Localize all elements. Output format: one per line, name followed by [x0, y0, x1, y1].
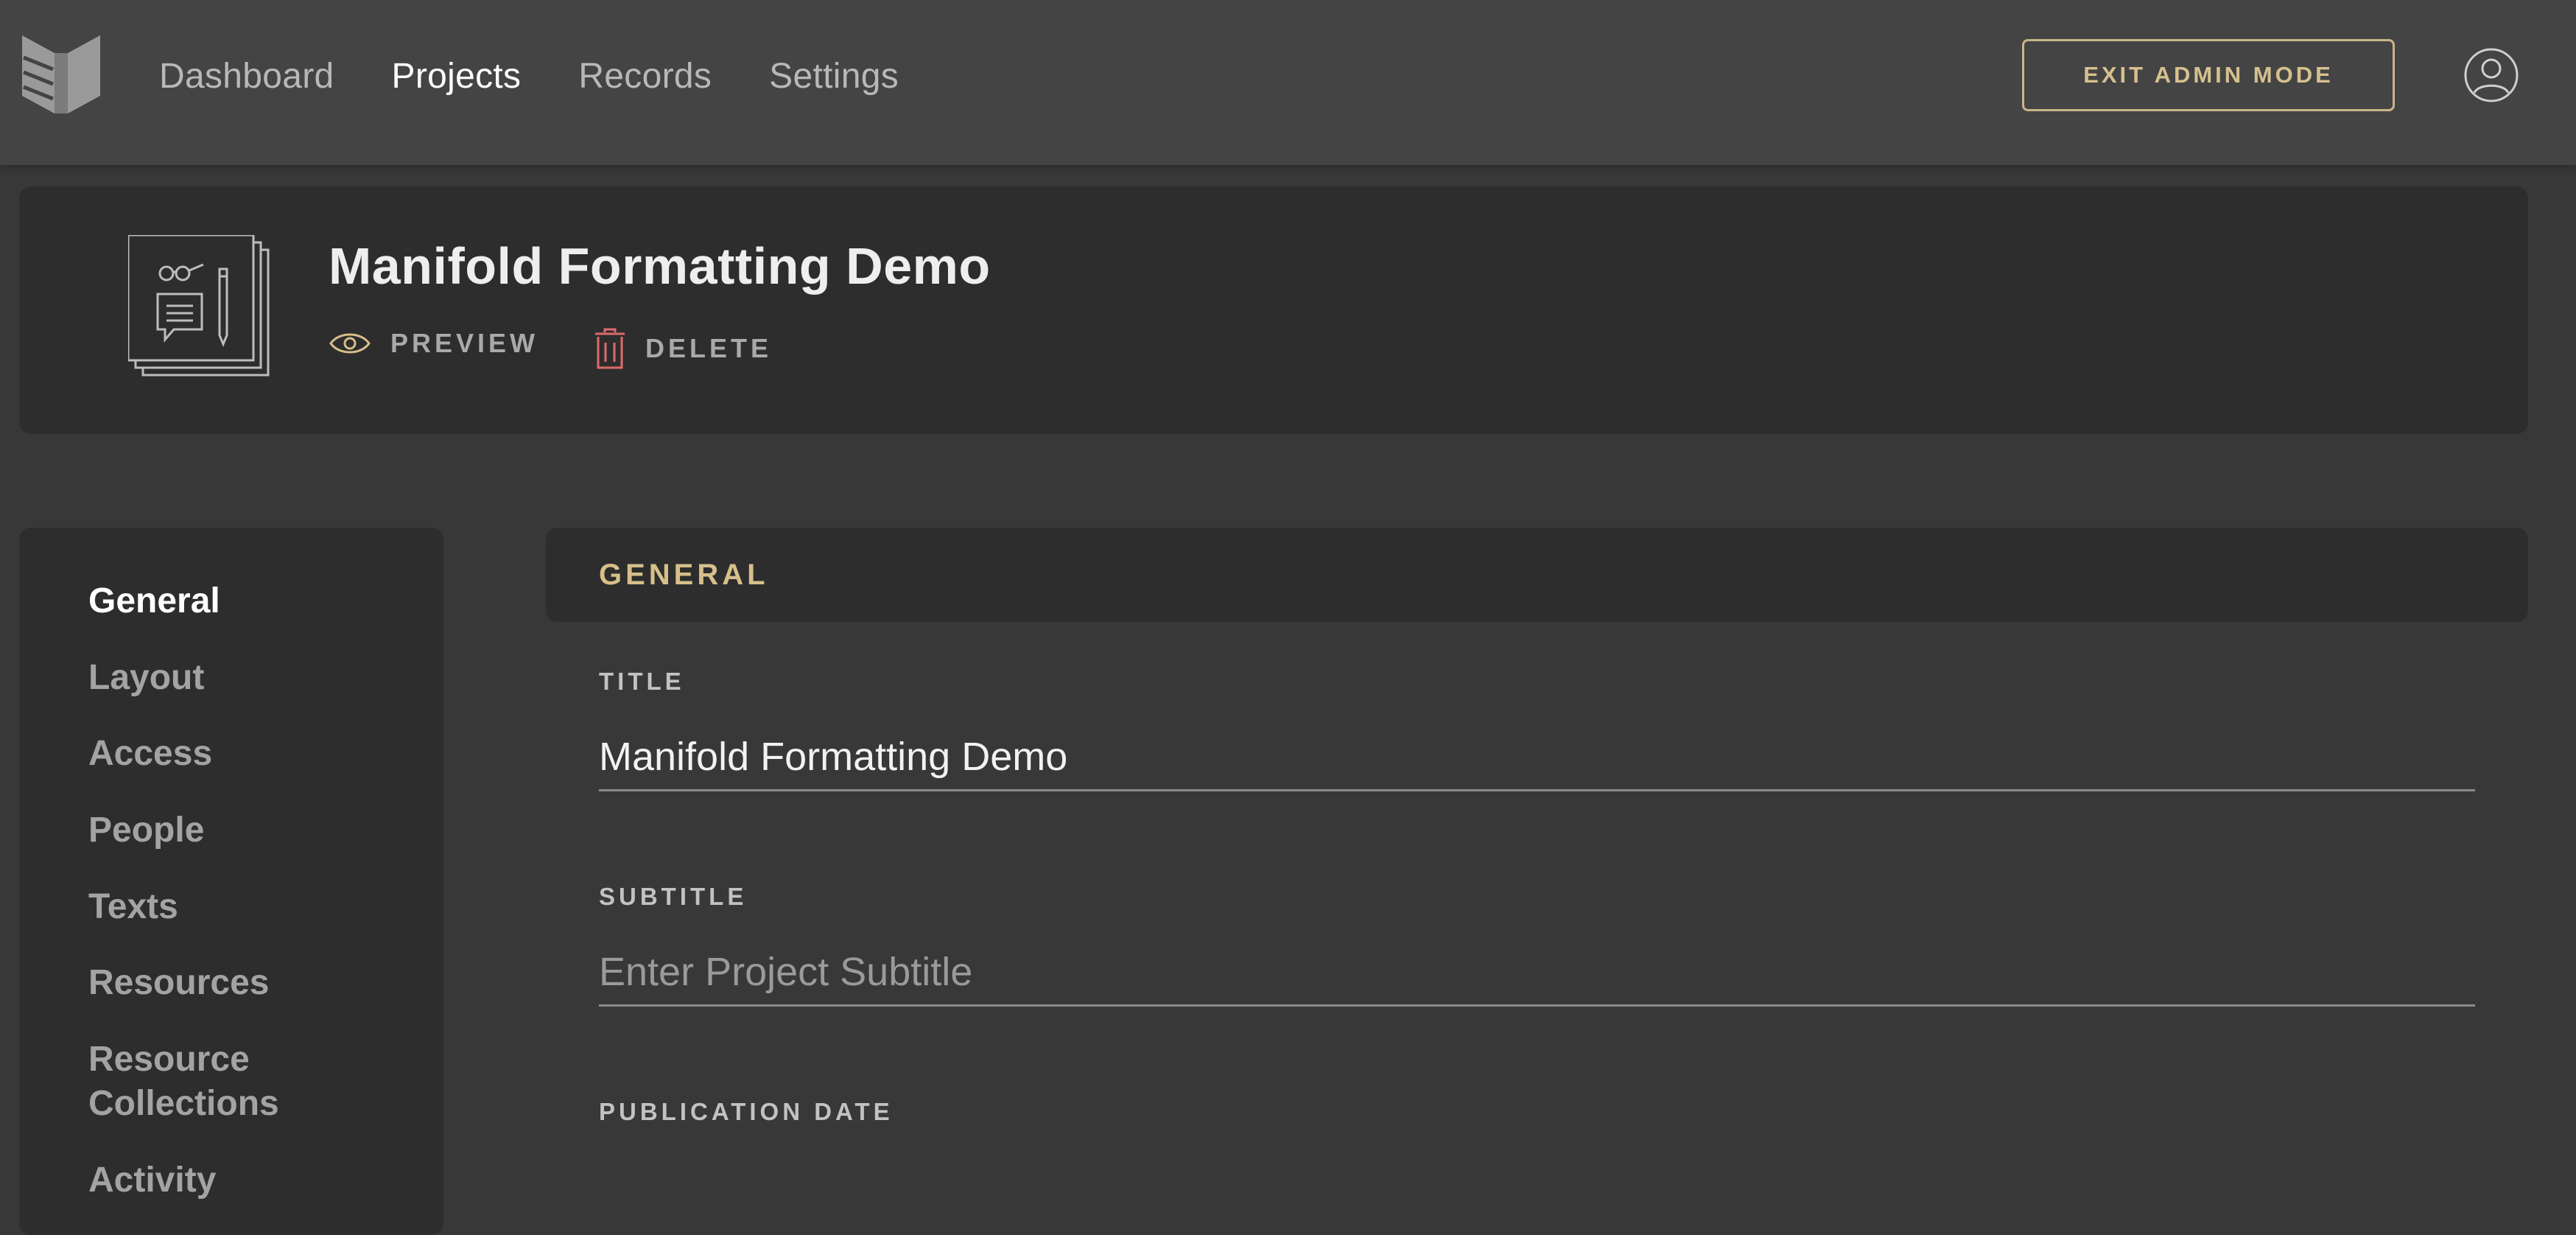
user-circle-icon[interactable]: [2463, 47, 2519, 103]
sidebar-item-layout[interactable]: Layout: [88, 656, 204, 700]
sidebar-item-people[interactable]: People: [88, 808, 204, 853]
top-navigation: Dashboard Projects Records Settings EXIT…: [0, 0, 2576, 165]
delete-button[interactable]: DELETE: [594, 328, 772, 369]
nav-settings[interactable]: Settings: [769, 56, 899, 97]
section-title: GENERAL: [599, 559, 769, 591]
subtitle-label: SUBTITLE: [599, 883, 748, 910]
title-label: TITLE: [599, 668, 685, 695]
nav-projects[interactable]: Projects: [392, 56, 522, 97]
sidebar-item-resource-collections[interactable]: Resource Collections: [88, 1038, 354, 1126]
nav-records[interactable]: Records: [578, 56, 712, 97]
title-input[interactable]: [599, 724, 2475, 791]
trash-icon: [595, 328, 625, 369]
main-nav: Dashboard Projects Records Settings: [159, 0, 899, 152]
eye-icon: [329, 333, 371, 354]
project-stack-icon: [128, 235, 270, 377]
nav-dashboard[interactable]: Dashboard: [159, 56, 334, 97]
sidebar-item-access[interactable]: Access: [88, 732, 212, 776]
sidebar-item-activity[interactable]: Activity: [88, 1158, 216, 1203]
project-header: Manifold Formatting Demo PREVIEW DELETE: [19, 186, 2528, 434]
preview-label: PREVIEW: [390, 328, 539, 358]
preview-button[interactable]: PREVIEW: [329, 328, 538, 359]
section-header: GENERAL: [546, 528, 2528, 622]
sidebar-item-general[interactable]: General: [88, 579, 220, 623]
publication-date-label: PUBLICATION DATE: [599, 1098, 894, 1125]
sidebar-item-resources[interactable]: Resources: [88, 961, 269, 1005]
sidebar-item-texts[interactable]: Texts: [88, 885, 178, 929]
settings-sidebar: General Layout Access People Texts Resou…: [19, 528, 443, 1235]
project-title: Manifold Formatting Demo: [329, 237, 991, 295]
subtitle-input[interactable]: [599, 939, 2475, 1007]
exit-admin-mode-button[interactable]: EXIT ADMIN MODE: [2022, 39, 2395, 111]
delete-label: DELETE: [645, 333, 773, 363]
manifold-logo-icon[interactable]: [22, 35, 100, 113]
